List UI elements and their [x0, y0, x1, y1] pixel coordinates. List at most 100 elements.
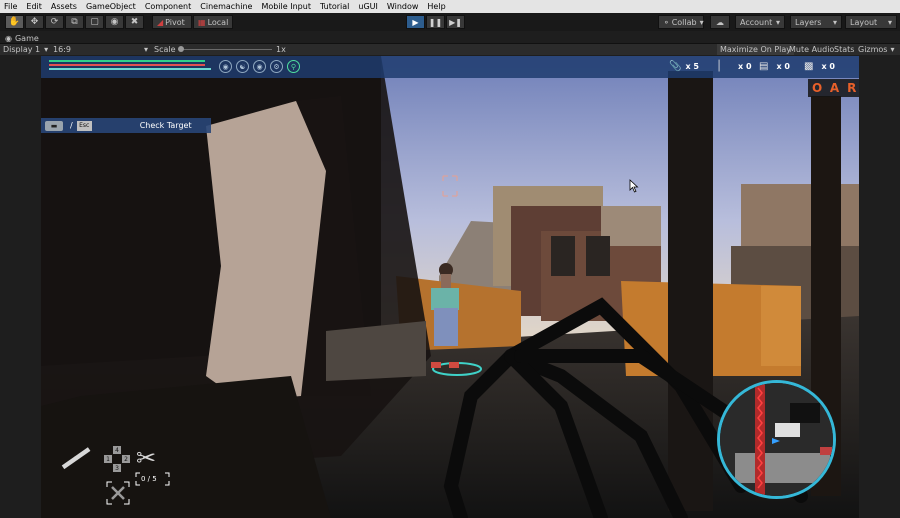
- paperclip-icon: 📎: [669, 61, 682, 72]
- chevron-down-icon: ▾: [887, 17, 892, 27]
- layout-label: Layout: [850, 17, 878, 27]
- unarmed-cross-icon: [106, 481, 130, 505]
- pause-icon: ❚❚: [428, 17, 443, 27]
- transform-tool-icon[interactable]: ◉: [105, 15, 124, 29]
- menu-edit[interactable]: Edit: [26, 2, 42, 11]
- cloth-icon: ▩: [804, 61, 814, 72]
- ability-4-icon[interactable]: ⚙: [270, 60, 283, 73]
- pause-button[interactable]: ❚❚: [426, 15, 445, 29]
- step-button[interactable]: ▶❚: [446, 15, 465, 29]
- play-button[interactable]: ▶: [406, 15, 425, 29]
- bar-divider: [49, 68, 211, 70]
- menu-cinemachine[interactable]: Cinemachine: [200, 2, 252, 11]
- slot-number-bottom: 3: [113, 464, 121, 472]
- menu-help[interactable]: Help: [427, 2, 445, 11]
- display-dropdown[interactable]: Display 1 ▾: [3, 44, 48, 55]
- prompt-separator: /: [70, 121, 73, 130]
- cloud-button[interactable]: ☁: [710, 15, 730, 29]
- scale-tool-icon[interactable]: ⧉: [65, 15, 84, 29]
- collab-icon: ⚬: [663, 17, 670, 27]
- prompt-text: Check Target: [139, 121, 192, 130]
- resource-bricks-count: x 0: [776, 62, 790, 71]
- mute-audio-toggle[interactable]: Mute Audio: [789, 44, 834, 55]
- tab-game[interactable]: ◉ Game: [2, 32, 42, 44]
- objective-letters: OAR: [808, 79, 859, 97]
- slot-number-right: 2: [122, 455, 130, 463]
- chevron-down-icon: ▾: [775, 17, 780, 27]
- slot-number-top: 4: [113, 446, 121, 454]
- account-dropdown[interactable]: Account ▾: [735, 15, 785, 29]
- layout-dropdown[interactable]: Layout ▾: [845, 15, 897, 29]
- local-toggle-button[interactable]: ▦ Local: [193, 15, 233, 29]
- stats-toggle[interactable]: Stats: [834, 44, 854, 55]
- check-target-prompt: ▬ / Esc Check Target: [41, 118, 211, 133]
- chevron-down-icon: ▾: [143, 45, 148, 54]
- tab-bar: ◉ Game: [0, 31, 900, 44]
- unity-editor-window: File Edit Assets GameObject Component Ci…: [0, 0, 900, 518]
- aspect-label: 16:9: [53, 45, 71, 54]
- layers-label: Layers: [795, 17, 822, 27]
- collab-dropdown[interactable]: ⚬ Collab ▾: [658, 15, 704, 29]
- local-label: Local: [207, 17, 229, 27]
- aspect-dropdown[interactable]: 16:9 ▾: [53, 44, 148, 55]
- minimap[interactable]: [717, 380, 836, 499]
- mouse-cursor-icon: [629, 179, 639, 193]
- menu-ugui[interactable]: uGUI: [358, 2, 377, 11]
- resource-nail-count: x 0: [738, 62, 752, 71]
- resource-cloth: ▩ x 0: [804, 59, 835, 74]
- bricks-icon: ▤: [759, 61, 769, 72]
- cloud-icon: ☁: [716, 17, 724, 27]
- scale-value: 1x: [276, 45, 286, 54]
- resource-bricks: ▤ x 0: [759, 59, 790, 74]
- gamepad-icon: ◉: [5, 33, 12, 43]
- menu-mobile-input[interactable]: Mobile Input: [261, 2, 311, 11]
- scale-label: Scale: [154, 45, 176, 54]
- mouse-button-icon: ▬: [45, 120, 63, 131]
- move-tool-icon[interactable]: ✥: [25, 15, 44, 29]
- health-bar: [49, 60, 205, 62]
- ability-1-icon[interactable]: ◉: [219, 60, 232, 73]
- game-render[interactable]: ◉ ☯ ◉ ⚙ ⚲ 📎 x 5 │ x 0 ▤ x 0 ▩ x 0 OAR: [41, 56, 859, 518]
- resource-cloth-count: x 0: [821, 62, 835, 71]
- slot-number-left: 1: [104, 455, 112, 463]
- menu-tutorial[interactable]: Tutorial: [320, 2, 349, 11]
- chevron-down-icon: ▾: [890, 45, 895, 54]
- pivot-toggle-button[interactable]: ◢ Pivot: [152, 15, 192, 29]
- resource-paperclip-count: x 5: [685, 62, 699, 71]
- maximize-on-play-toggle[interactable]: Maximize On Play: [717, 44, 795, 55]
- main-toolbar: ✋ ✥ ⟳ ⧉ ▢ ◉ ✖ ◢ Pivot ▦ Local ▶ ❚❚ ▶❚ ⚬ …: [0, 13, 900, 31]
- local-icon: ▦: [198, 17, 206, 27]
- chevron-down-icon: ▾: [44, 45, 49, 54]
- scale-slider-handle[interactable]: [178, 46, 184, 52]
- minimap-map: [720, 383, 833, 496]
- rect-tool-icon[interactable]: ▢: [85, 15, 104, 29]
- stamina-bar: [49, 64, 205, 66]
- menu-gameobject[interactable]: GameObject: [86, 2, 136, 11]
- layers-dropdown[interactable]: Layers ▾: [790, 15, 842, 29]
- hand-tool-icon[interactable]: ✋: [5, 15, 24, 29]
- display-label: Display 1: [3, 45, 41, 54]
- gizmos-label: Gizmos: [858, 45, 888, 54]
- step-icon: ▶❚: [449, 17, 462, 27]
- gizmos-dropdown[interactable]: Gizmos ▾: [858, 44, 895, 55]
- ability-2-icon[interactable]: ☯: [236, 60, 249, 73]
- collab-label: Collab: [671, 17, 697, 27]
- resource-paperclip: 📎 x 5: [669, 59, 699, 74]
- scale-slider-track[interactable]: [178, 49, 272, 50]
- chevron-down-icon: ▾: [699, 17, 704, 27]
- ability-5-icon[interactable]: ⚲: [287, 60, 300, 73]
- pivot-icon: ◢: [157, 17, 164, 27]
- resource-nail: │ x 0: [716, 59, 752, 74]
- menu-component[interactable]: Component: [145, 2, 191, 11]
- rotate-tool-icon[interactable]: ⟳: [45, 15, 64, 29]
- tab-game-label: Game: [14, 33, 39, 43]
- chevron-down-icon: ▾: [832, 17, 837, 27]
- menu-file[interactable]: File: [4, 2, 17, 11]
- menu-assets[interactable]: Assets: [51, 2, 77, 11]
- esc-key: Esc: [76, 120, 92, 131]
- game-viewport: ◉ ☯ ◉ ⚙ ⚲ 📎 x 5 │ x 0 ▤ x 0 ▩ x 0 OAR: [0, 55, 900, 518]
- ability-3-icon[interactable]: ◉: [253, 60, 266, 73]
- custom-tool-icon[interactable]: ✖: [125, 15, 144, 29]
- menu-window[interactable]: Window: [387, 2, 419, 11]
- pistol-icon[interactable]: ✂: [136, 444, 156, 472]
